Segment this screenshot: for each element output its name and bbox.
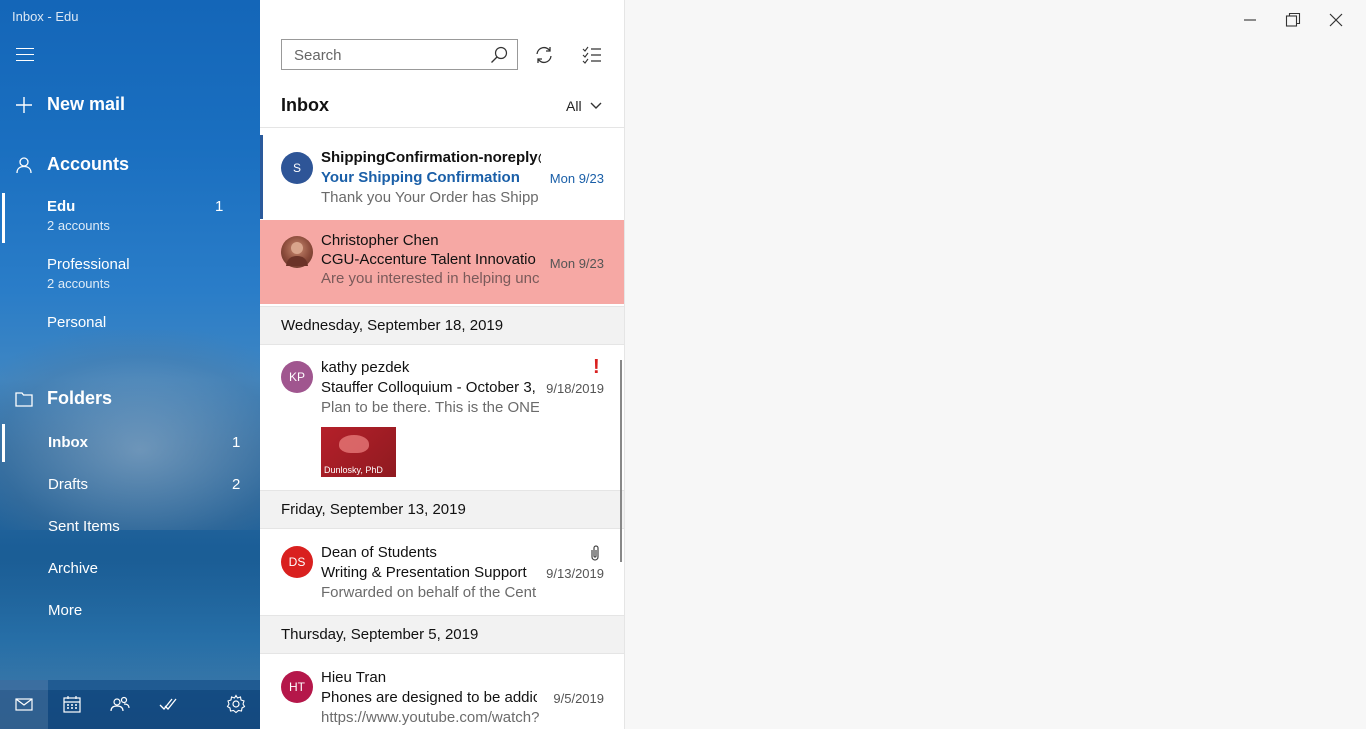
paperclip-icon [588,544,602,567]
thumbnail-caption: Dunlosky, PhD [324,465,383,475]
date-group-header: Wednesday, September 18, 2019 [260,306,624,345]
message-subject: CGU-Accenture Talent Innovatio [321,251,536,268]
folder-label: More [48,602,83,619]
message-sender: Hieu Tran [321,669,387,686]
avatar [281,236,313,268]
minimize-icon[interactable] [1240,10,1260,30]
sync-icon[interactable] [534,45,554,65]
attachment-thumbnail[interactable]: Dunlosky, PhD [321,427,396,477]
folder-item-sent[interactable]: Sent Items [0,518,260,538]
message-sender: kathy pezdek [321,359,410,376]
message-item[interactable]: KP kathy pezdek ! Stauffer Colloquium - … [260,345,624,489]
list-scrollbar[interactable] [620,360,622,562]
selection-mode-icon[interactable] [582,45,602,65]
message-subject: Stauffer Colloquium - October 3, [321,379,536,396]
account-item-personal[interactable]: Personal [0,314,260,336]
chevron-down-icon [590,102,602,109]
new-mail-button[interactable]: New mail [0,92,260,118]
restore-icon[interactable] [1283,10,1303,30]
folder-icon [14,389,34,409]
message-subject: Writing & Presentation Support [321,564,527,581]
message-date: Mon 9/23 [549,256,604,271]
todo-icon[interactable] [158,694,178,714]
date-group-label: Wednesday, September 18, 2019 [281,317,504,334]
message-subject: Phones are designed to be addict [321,689,537,706]
folder-item-more[interactable]: More [0,602,260,622]
folder-item-archive[interactable]: Archive [0,560,260,580]
message-sender: ShippingConfirmation-noreply@ [321,149,541,166]
message-item[interactable]: DS Dean of Students Writing & Presentati… [260,530,624,614]
search-box[interactable] [281,39,518,70]
people-icon[interactable] [110,694,130,714]
account-name: Edu 2 accounts [47,198,110,233]
message-preview: Forwarded on behalf of the Cent [321,584,537,601]
folder-label: Sent Items [48,518,120,535]
date-group-label: Friday, September 13, 2019 [281,501,466,518]
folder-count: 2 [232,476,241,493]
filter-dropdown[interactable]: All [566,98,602,114]
folders-button[interactable]: Folders [0,386,260,412]
filter-label: All [566,98,582,114]
message-date: 9/13/2019 [546,566,604,581]
app-switcher-bar [0,680,260,729]
accounts-button[interactable]: Accounts [0,152,260,178]
folder-item-drafts[interactable]: Drafts 2 [0,476,260,496]
unread-indicator [260,135,263,219]
folder-label: Archive [48,560,99,577]
background-mountain [0,330,260,530]
message-date: Mon 9/23 [549,171,604,186]
message-item[interactable]: Christopher Chen CGU-Accenture Talent In… [260,220,624,304]
account-unread-count: 1 [215,198,224,215]
search-icon[interactable] [490,46,508,64]
message-item[interactable]: HT Hieu Tran Phones are designed to be a… [260,655,624,729]
date-group-header: Friday, September 13, 2019 [260,490,624,529]
avatar: KP [281,361,313,393]
navigation-pane: Inbox - Edu New mail Accounts Edu 2 acco… [0,0,260,729]
account-item-professional[interactable]: Professional 2 accounts [0,256,260,296]
settings-icon[interactable] [226,694,246,714]
account-name: Personal [47,314,107,331]
avatar: HT [281,671,313,703]
message-preview: Plan to be there. This is the ONE [321,399,539,416]
accounts-heading: Accounts [47,154,130,174]
account-name: Professional 2 accounts [47,256,130,291]
mail-icon[interactable] [14,694,34,714]
date-group-label: Thursday, September 5, 2019 [281,626,479,643]
message-sender: Christopher Chen [321,232,439,249]
message-preview: Are you interested in helping unco [321,270,539,287]
folder-label: Drafts [48,476,89,493]
folder-label: Inbox [48,434,88,451]
search-input[interactable] [292,46,486,65]
new-mail-label: New mail [47,94,126,114]
folders-heading: Folders [47,388,113,408]
account-item-edu[interactable]: Edu 2 accounts 1 [0,198,260,238]
folder-item-inbox[interactable]: Inbox 1 [0,434,260,454]
avatar: DS [281,546,313,578]
message-sender: Dean of Students [321,544,437,561]
message-preview: Thank you Your Order has Shippe [321,189,539,206]
account-sub: 2 accounts [47,276,110,291]
message-date: 9/18/2019 [546,381,604,396]
reading-pane [625,0,1366,729]
list-title: Inbox [281,95,329,115]
window-title: Inbox - Edu [12,9,79,24]
close-icon[interactable] [1326,10,1346,30]
calendar-icon[interactable] [62,694,82,714]
avatar: S [281,152,313,184]
account-sub: 2 accounts [47,218,110,233]
message-list-pane: Inbox All S ShippingConfirmation-noreply… [260,0,625,729]
folder-count: 1 [232,434,241,451]
important-icon: ! [593,356,600,378]
plus-icon [14,95,34,115]
person-icon [14,155,34,175]
message-subject: Your Shipping Confirmation [321,169,520,186]
hamburger-menu-icon[interactable] [16,48,34,64]
message-date: 9/5/2019 [553,691,604,706]
date-group-header: Thursday, September 5, 2019 [260,615,624,654]
message-preview: https://www.youtube.com/watch? [321,709,539,726]
message-item[interactable]: S ShippingConfirmation-noreply@ Your Shi… [260,135,624,219]
